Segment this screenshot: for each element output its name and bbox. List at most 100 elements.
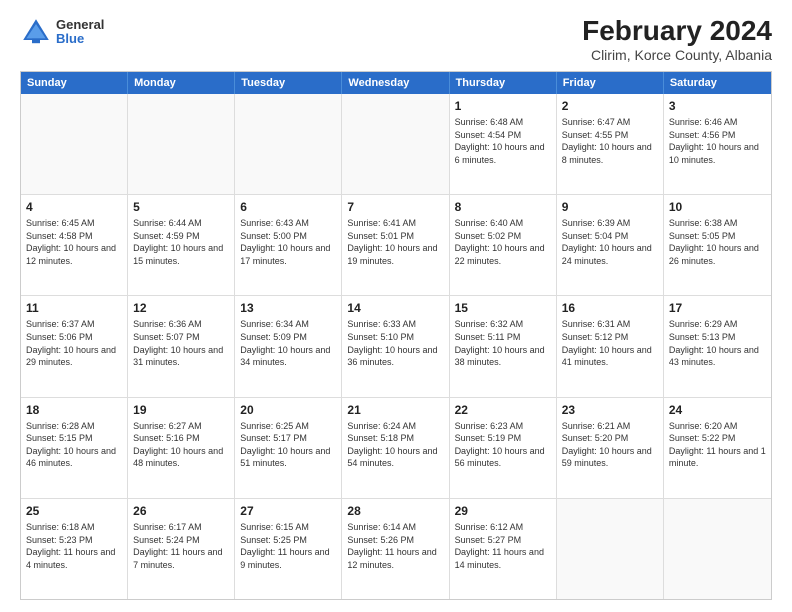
sun-info: Sunrise: 6:14 AMSunset: 5:26 PMDaylight:…: [347, 521, 443, 571]
sun-info: Sunrise: 6:38 AMSunset: 5:05 PMDaylight:…: [669, 217, 766, 267]
sun-info: Sunrise: 6:33 AMSunset: 5:10 PMDaylight:…: [347, 318, 443, 368]
calendar-cell-w1-d6: 2Sunrise: 6:47 AMSunset: 4:55 PMDaylight…: [557, 94, 664, 194]
header-thursday: Thursday: [450, 72, 557, 94]
calendar-cell-w4-d6: 23 Sunrise: 6:21 AMSunset: 5:20 PMDayligh…: [557, 398, 664, 498]
header-saturday: Saturday: [664, 72, 771, 94]
logo-general: General: [56, 18, 104, 32]
calendar-cell-w3-d1: 11 Sunrise: 6:37 AMSunset: 5:06 PMDayligh…: [21, 296, 128, 396]
sun-info: Sunrise: 6:23 AMSunset: 5:19 PMDaylight:…: [455, 420, 551, 470]
sun-info: Sunrise: 6:28 AMSunset: 5:15 PMDaylight:…: [26, 420, 122, 470]
calendar-cell-w4-d5: 22 Sunrise: 6:23 AMSunset: 5:19 PMDayligh…: [450, 398, 557, 498]
calendar-cell-w3-d4: 14 Sunrise: 6:33 AMSunset: 5:10 PMDayligh…: [342, 296, 449, 396]
calendar: Sunday Monday Tuesday Wednesday Thursday…: [20, 71, 772, 600]
day-number: 23: [562, 402, 658, 418]
day-number: 2: [562, 98, 658, 114]
sun-info: Sunrise: 6:41 AMSunset: 5:01 PMDaylight:…: [347, 217, 443, 267]
calendar-cell-w2-d1: 4Sunrise: 6:45 AMSunset: 4:58 PMDaylight…: [21, 195, 128, 295]
sun-info: Sunrise: 6:36 AMSunset: 5:07 PMDaylight:…: [133, 318, 229, 368]
calendar-cell-w4-d4: 21 Sunrise: 6:24 AMSunset: 5:18 PMDayligh…: [342, 398, 449, 498]
sun-info: Sunrise: 6:40 AMSunset: 5:02 PMDaylight:…: [455, 217, 551, 267]
day-number: 14: [347, 300, 443, 316]
sun-info: Sunrise: 6:27 AMSunset: 5:16 PMDaylight:…: [133, 420, 229, 470]
sun-info: Sunrise: 6:25 AMSunset: 5:17 PMDaylight:…: [240, 420, 336, 470]
calendar-cell-w5-d6: [557, 499, 664, 599]
sun-info: Sunrise: 6:37 AMSunset: 5:06 PMDaylight:…: [26, 318, 122, 368]
calendar-cell-w3-d2: 12 Sunrise: 6:36 AMSunset: 5:07 PMDayligh…: [128, 296, 235, 396]
calendar-header: Sunday Monday Tuesday Wednesday Thursday…: [21, 72, 771, 94]
calendar-cell-w5-d5: 29 Sunrise: 6:12 AMSunset: 5:27 PMDayligh…: [450, 499, 557, 599]
calendar-cell-w4-d1: 18 Sunrise: 6:28 AMSunset: 5:15 PMDayligh…: [21, 398, 128, 498]
sun-info: Sunrise: 6:31 AMSunset: 5:12 PMDaylight:…: [562, 318, 658, 368]
calendar-cell-w2-d7: 10 Sunrise: 6:38 AMSunset: 5:05 PMDayligh…: [664, 195, 771, 295]
sun-info: Sunrise: 6:44 AMSunset: 4:59 PMDaylight:…: [133, 217, 229, 267]
day-number: 28: [347, 503, 443, 519]
day-number: 22: [455, 402, 551, 418]
day-number: 27: [240, 503, 336, 519]
day-number: 8: [455, 199, 551, 215]
day-number: 24: [669, 402, 766, 418]
calendar-cell-w1-d4: [342, 94, 449, 194]
day-number: 25: [26, 503, 122, 519]
day-number: 13: [240, 300, 336, 316]
day-number: 11: [26, 300, 122, 316]
calendar-cell-w3-d6: 16 Sunrise: 6:31 AMSunset: 5:12 PMDayligh…: [557, 296, 664, 396]
day-number: 1: [455, 98, 551, 114]
calendar-subtitle: Clirim, Korce County, Albania: [582, 47, 772, 63]
calendar-cell-w2-d6: 9 Sunrise: 6:39 AMSunset: 5:04 PMDaylight…: [557, 195, 664, 295]
sun-info: Sunrise: 6:32 AMSunset: 5:11 PMDaylight:…: [455, 318, 551, 368]
day-number: 16: [562, 300, 658, 316]
sun-info: Sunrise: 6:17 AMSunset: 5:24 PMDaylight:…: [133, 521, 229, 571]
day-number: 18: [26, 402, 122, 418]
calendar-cell-w2-d4: 7 Sunrise: 6:41 AMSunset: 5:01 PMDaylight…: [342, 195, 449, 295]
header-tuesday: Tuesday: [235, 72, 342, 94]
calendar-body: 1 Sunrise: 6:48 AMSunset: 4:54 PMDaylight…: [21, 94, 771, 599]
calendar-cell-w4-d2: 19 Sunrise: 6:27 AMSunset: 5:16 PMDayligh…: [128, 398, 235, 498]
sun-info: Sunrise: 6:20 AMSunset: 5:22 PMDaylight:…: [669, 420, 766, 470]
day-number: 20: [240, 402, 336, 418]
sun-info: Sunrise: 6:21 AMSunset: 5:20 PMDaylight:…: [562, 420, 658, 470]
page: General Blue February 2024 Clirim, Korce…: [0, 0, 792, 612]
header-friday: Friday: [557, 72, 664, 94]
day-number: 29: [455, 503, 551, 519]
header: General Blue February 2024 Clirim, Korce…: [20, 16, 772, 63]
title-block: February 2024 Clirim, Korce County, Alba…: [582, 16, 772, 63]
calendar-cell-w2-d2: 5 Sunrise: 6:44 AMSunset: 4:59 PMDaylight…: [128, 195, 235, 295]
calendar-cell-w4-d7: 24 Sunrise: 6:20 AMSunset: 5:22 PMDayligh…: [664, 398, 771, 498]
day-number: 15: [455, 300, 551, 316]
day-number: 7: [347, 199, 443, 215]
header-monday: Monday: [128, 72, 235, 94]
day-number: 6: [240, 199, 336, 215]
header-sunday: Sunday: [21, 72, 128, 94]
calendar-cell-w3-d5: 15 Sunrise: 6:32 AMSunset: 5:11 PMDayligh…: [450, 296, 557, 396]
calendar-week-4: 18 Sunrise: 6:28 AMSunset: 5:15 PMDayligh…: [21, 397, 771, 498]
logo-icon: [20, 16, 52, 48]
sun-info: Sunrise: 6:12 AMSunset: 5:27 PMDaylight:…: [455, 521, 551, 571]
calendar-week-5: 25 Sunrise: 6:18 AMSunset: 5:23 PMDayligh…: [21, 498, 771, 599]
sun-info: Sunrise: 6:29 AMSunset: 5:13 PMDaylight:…: [669, 318, 766, 368]
calendar-cell-w5-d1: 25 Sunrise: 6:18 AMSunset: 5:23 PMDayligh…: [21, 499, 128, 599]
day-number: 26: [133, 503, 229, 519]
sun-info: Sunrise: 6:48 AMSunset: 4:54 PMDaylight:…: [455, 116, 551, 166]
day-number: 9: [562, 199, 658, 215]
day-number: 19: [133, 402, 229, 418]
day-number: 4: [26, 199, 122, 215]
calendar-week-2: 4Sunrise: 6:45 AMSunset: 4:58 PMDaylight…: [21, 194, 771, 295]
sun-info: Sunrise: 6:24 AMSunset: 5:18 PMDaylight:…: [347, 420, 443, 470]
calendar-cell-w4-d3: 20 Sunrise: 6:25 AMSunset: 5:17 PMDayligh…: [235, 398, 342, 498]
calendar-cell-w1-d5: 1 Sunrise: 6:48 AMSunset: 4:54 PMDaylight…: [450, 94, 557, 194]
day-number: 5: [133, 199, 229, 215]
sun-info: Sunrise: 6:39 AMSunset: 5:04 PMDaylight:…: [562, 217, 658, 267]
logo-text: General Blue: [56, 18, 104, 47]
day-number: 21: [347, 402, 443, 418]
day-number: 12: [133, 300, 229, 316]
sun-info: Sunrise: 6:15 AMSunset: 5:25 PMDaylight:…: [240, 521, 336, 571]
sun-info: Sunrise: 6:43 AMSunset: 5:00 PMDaylight:…: [240, 217, 336, 267]
calendar-title: February 2024: [582, 16, 772, 47]
day-number: 10: [669, 199, 766, 215]
calendar-cell-w1-d2: [128, 94, 235, 194]
sun-info: Sunrise: 6:18 AMSunset: 5:23 PMDaylight:…: [26, 521, 122, 571]
calendar-cell-w1-d3: [235, 94, 342, 194]
calendar-cell-w3-d3: 13Sunrise: 6:34 AMSunset: 5:09 PMDayligh…: [235, 296, 342, 396]
calendar-week-1: 1 Sunrise: 6:48 AMSunset: 4:54 PMDaylight…: [21, 94, 771, 194]
calendar-cell-w1-d1: [21, 94, 128, 194]
